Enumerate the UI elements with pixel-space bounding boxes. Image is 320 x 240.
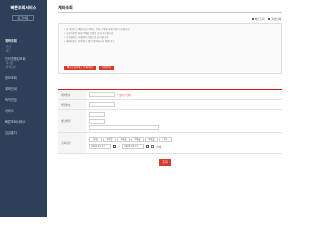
end-date-input[interactable]: 2020-10-17 <box>122 144 145 149</box>
period-1month-button[interactable]: 1개월 <box>117 137 130 142</box>
logout-button[interactable]: 로그아웃 <box>12 15 34 21</box>
birth-input[interactable] <box>89 112 105 117</box>
birth-input-3[interactable] <box>89 125 159 130</box>
sidebar-item[interactable]: 서비스 <box>5 108 45 113</box>
sidebar-item[interactable]: 카드 <box>6 49 45 53</box>
title-divider <box>58 12 282 13</box>
account-hint: * 숫자만 입력 <box>117 93 131 97</box>
sidebar-item[interactable]: 계좌안내 <box>5 86 45 91</box>
period-3month-button[interactable]: 3개월 <box>131 137 144 142</box>
page-title: 계좌조회 <box>58 5 73 10</box>
birth-input-2[interactable] <box>89 118 105 124</box>
range-separator: ~ <box>118 145 121 148</box>
period-row: 조회기간 당일 1주일 1개월 3개월 6개월 1년 2020-10-17 ~ <box>58 133 282 154</box>
quick-link-label: 빠른조회 <box>254 18 265 21</box>
sidebar-item[interactable]: 타행조회 <box>6 65 45 69</box>
password-input[interactable] <box>89 102 115 107</box>
calendar-icon[interactable] <box>113 145 116 148</box>
top-links: 빠른조회 화면인쇄 <box>251 17 281 21</box>
notice-line: • 계좌번호는 하이픈(-) 없이 입력하시기 바랍니다. <box>64 40 115 43</box>
notice-buttons: 빠른조회서비스 등록/해지 이용안내 <box>64 66 114 70</box>
sidebar-item[interactable]: 정보조회 <box>5 75 45 80</box>
register-service-button[interactable]: 빠른조회서비스 등록/해지 <box>64 66 96 70</box>
notice-box: • 본 서비스는 빠른조회 서비스 등록 고객에 한해 이용 가능합니다. • … <box>58 23 282 74</box>
guide-button[interactable]: 이용안내 <box>98 66 114 70</box>
sidebar-item[interactable]: 계좌조회 <box>5 38 45 43</box>
period-1week-button[interactable]: 1주일 <box>103 137 116 142</box>
birth-row: 생년월일 <box>58 110 282 133</box>
sidebar-item[interactable]: 입금통지 <box>5 130 45 135</box>
print-icon <box>251 18 254 20</box>
period-1year-button[interactable]: 1년 <box>159 137 172 142</box>
account-label: 계좌번호 <box>58 90 86 99</box>
search-button[interactable]: 조회 <box>159 159 171 166</box>
all-checkbox[interactable] <box>151 145 155 148</box>
password-row: 비밀번호 <box>58 100 282 110</box>
print-link-label: 화면인쇄 <box>271 18 281 21</box>
account-row: 계좌번호 * 숫자만 입력 <box>58 90 282 100</box>
birth-label: 생년월일 <box>58 110 86 132</box>
brand-logo: 빠른조회서비스 <box>10 5 37 10</box>
print-link[interactable]: 화면인쇄 <box>268 17 281 21</box>
period-6month-button[interactable]: 6개월 <box>145 137 158 142</box>
date-range: 2020-10-17 ~ 2020-10-17 전체 <box>89 144 172 149</box>
search-form: 계좌번호 * 숫자만 입력 비밀번호 생년월일 조회기간 당일 1주일 1개월 … <box>58 89 282 154</box>
help-icon <box>268 18 271 20</box>
password-label: 비밀번호 <box>58 100 86 109</box>
period-buttons: 당일 1주일 1개월 3개월 6개월 1년 <box>89 137 172 142</box>
account-input[interactable] <box>89 92 115 97</box>
all-checkbox-label: 전체 <box>156 145 161 149</box>
sidebar-item[interactable]: 빠른조회서비스 <box>5 119 45 124</box>
sidebar: 빠른조회서비스 로그아웃 계좌조회 입금 카드 인터넷뱅킹조회 외국환 타행조회… <box>0 0 47 217</box>
start-date-input[interactable]: 2020-10-17 <box>89 144 111 149</box>
main-content: 계좌조회 빠른조회 화면인쇄 • 본 서비스는 빠른조회 서비스 등록 고객에 … <box>47 0 289 217</box>
period-today-button[interactable]: 당일 <box>89 137 102 142</box>
period-label: 조회기간 <box>58 133 86 153</box>
sidebar-nav: 계좌조회 입금 카드 인터넷뱅킹조회 외국환 타행조회 정보조회 계좌안내 퇴직… <box>5 38 45 135</box>
calendar-icon[interactable] <box>146 145 150 148</box>
sidebar-item[interactable]: 퇴직연금 <box>5 97 45 102</box>
quick-link[interactable]: 빠른조회 <box>251 17 265 21</box>
